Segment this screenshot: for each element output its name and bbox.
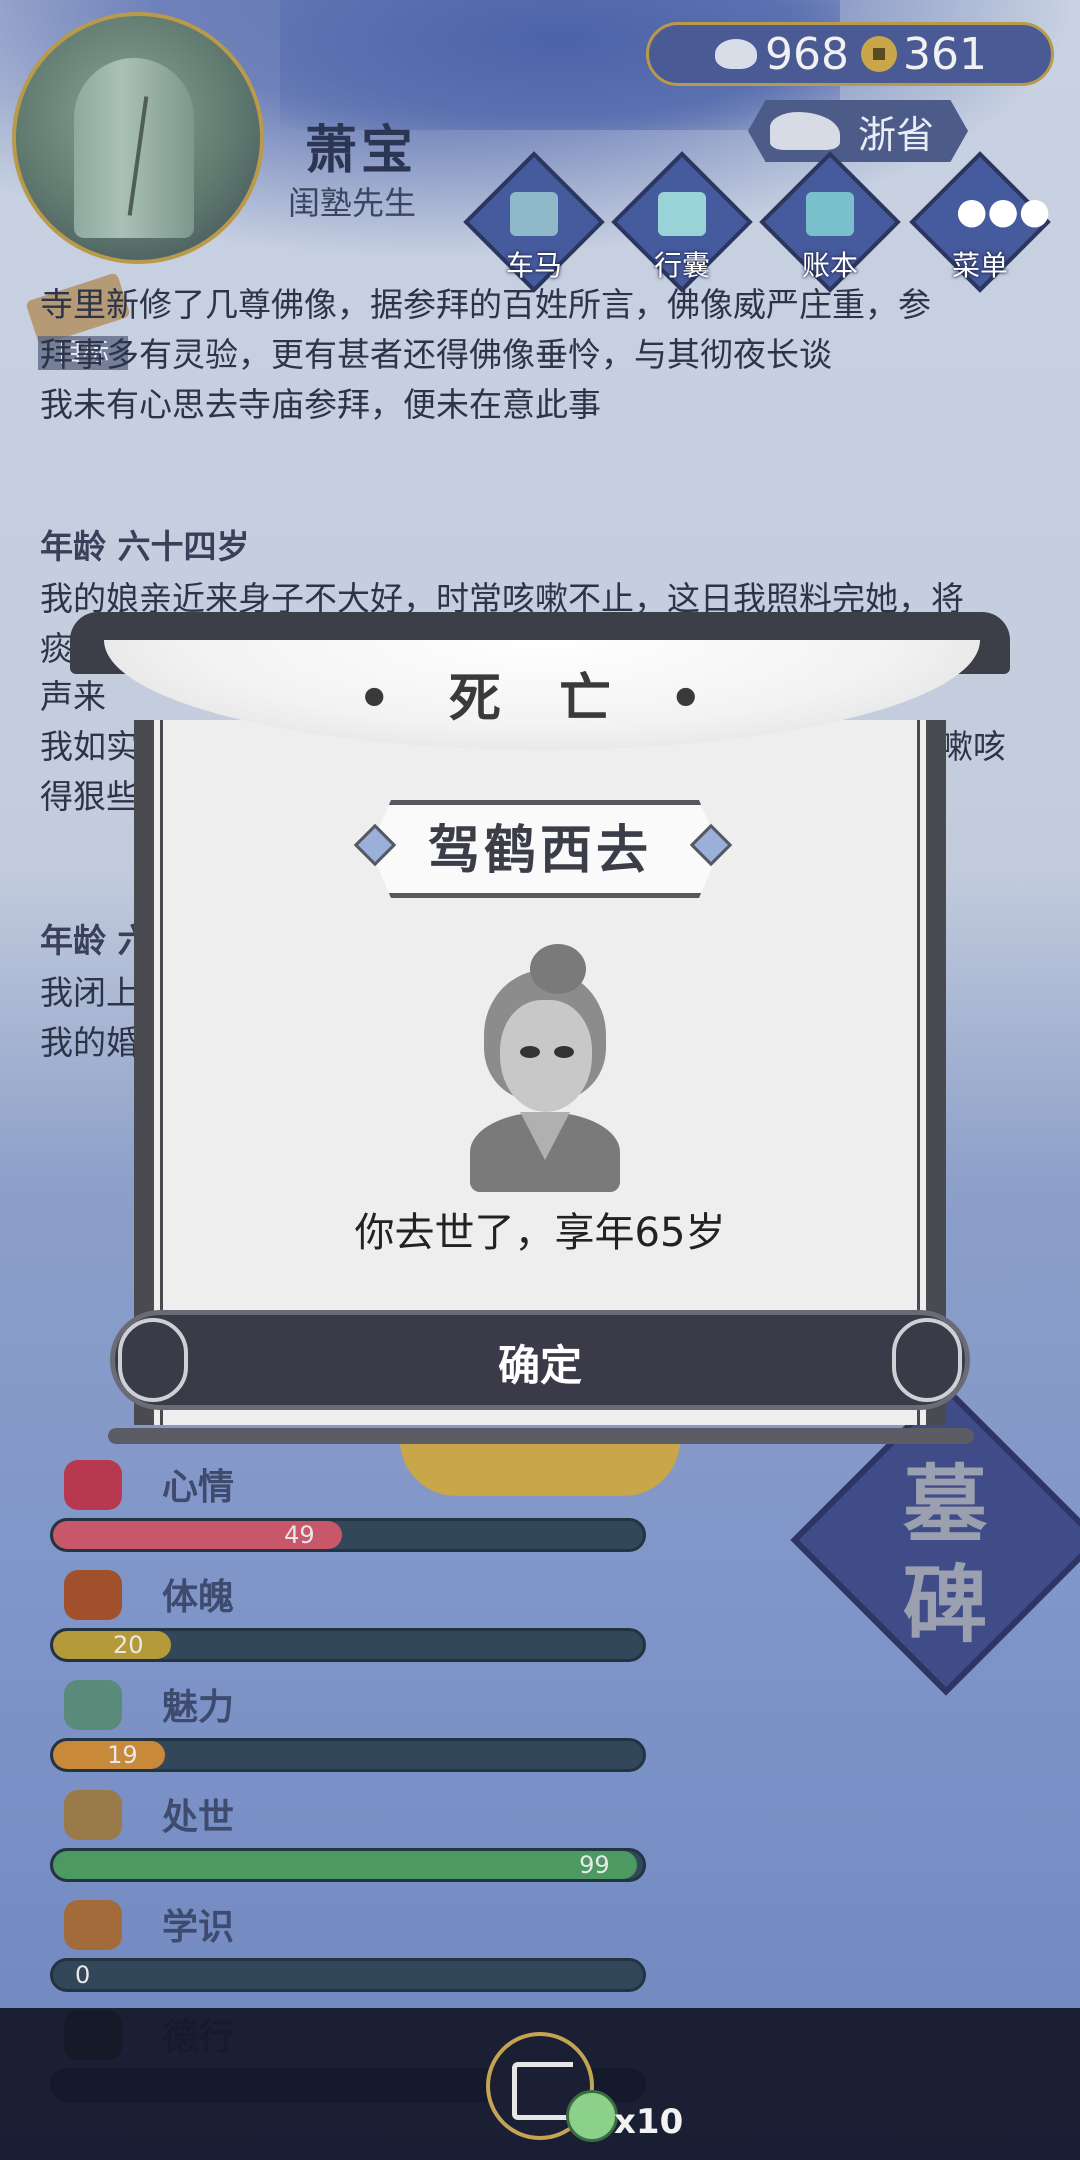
portrait-eye-left [520,1046,540,1058]
confirm-label: 确定 [497,1341,582,1390]
portrait-bun [530,944,586,994]
death-message: 你去世了，享年65岁 [354,1210,726,1256]
deceased-portrait [460,940,630,1200]
modal-base-rod [108,1428,974,1444]
portrait-eye-right [554,1046,574,1058]
death-plaque-text: 驾鹤西去 [427,821,652,881]
modal-title: • 死 亡 • [357,669,723,729]
portrait-face [500,1000,592,1112]
gold-rim-decor [400,1440,680,1496]
